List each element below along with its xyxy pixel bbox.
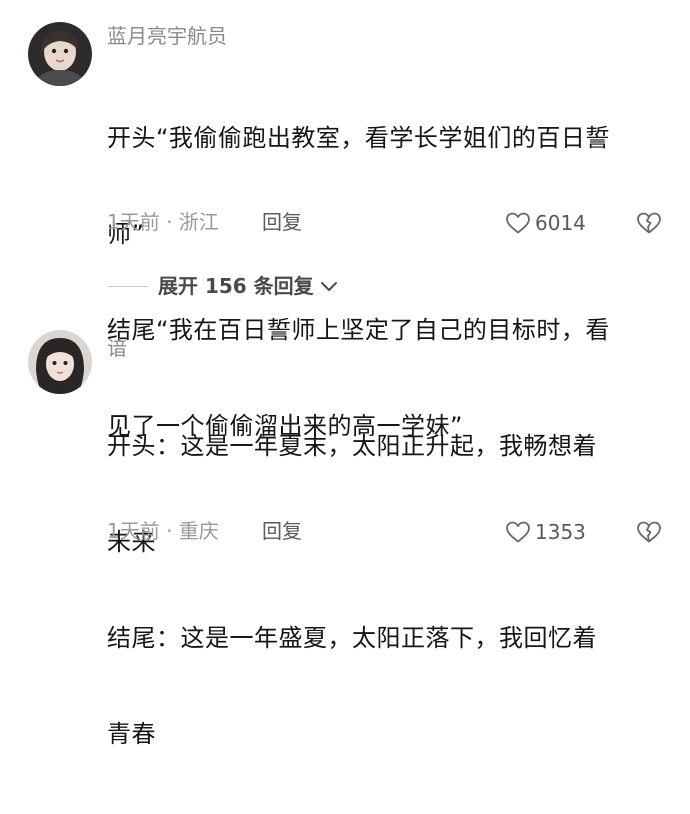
like-count: 1353 (535, 520, 586, 544)
comment-item: 谙 开头：这是一年夏末，太阳正升起，我畅想着 未来 结尾：这是一年盛夏，太阳正落… (0, 0, 690, 748)
comment-text: 开头：这是一年夏末，太阳正升起，我畅想着 未来 结尾：这是一年盛夏，太阳正落下，… (107, 366, 667, 814)
comment-line: 开头：这是一年夏末，太阳正升起，我畅想着 (107, 432, 597, 460)
avatar[interactable] (28, 330, 92, 394)
username[interactable]: 谙 (107, 334, 127, 362)
broken-heart-icon (637, 521, 661, 543)
reply-button[interactable]: 回复 (262, 517, 302, 545)
like-button[interactable]: 1353 (505, 518, 586, 546)
comment-line: 结尾：这是一年盛夏，太阳正落下，我回忆着 (107, 624, 597, 652)
heart-outline-icon (506, 521, 530, 543)
dislike-button[interactable] (636, 520, 662, 544)
avatar-image (28, 330, 92, 394)
comment-meta: 1天前 · 重庆 (107, 519, 219, 543)
comment-line: 青春 (107, 720, 156, 748)
